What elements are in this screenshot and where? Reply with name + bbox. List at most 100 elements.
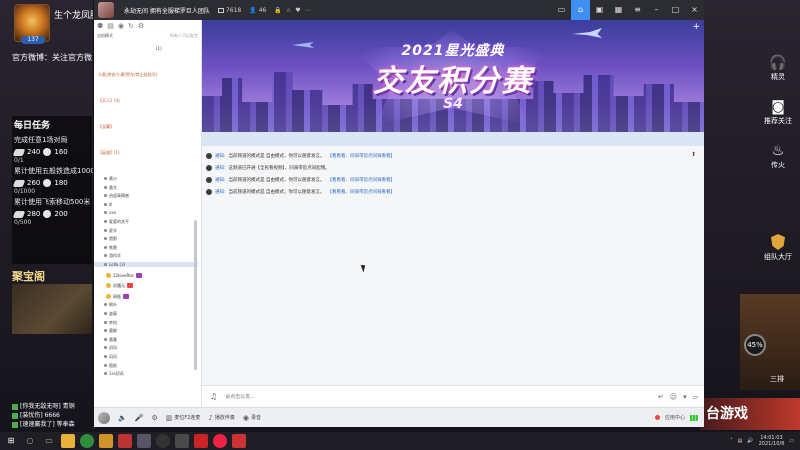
- speaker-toggle[interactable]: 🔈: [118, 414, 127, 422]
- queue-button[interactable]: ▥ 麦位F2连麦: [166, 414, 201, 422]
- file-explorer-icon[interactable]: [61, 434, 75, 448]
- chrome-icon[interactable]: [80, 434, 94, 448]
- side-button-team-hall[interactable]: 组队大厅: [756, 234, 800, 262]
- chat-bubble-icon[interactable]: ▱: [693, 393, 698, 401]
- system-clock[interactable]: 14:01:03 2021/10/8: [759, 435, 785, 447]
- network-icon[interactable]: ▤: [738, 438, 743, 444]
- sub-channel[interactable]: 爱要的关平: [104, 219, 129, 224]
- home-icon[interactable]: ⌂: [571, 0, 590, 20]
- side-button-spirit[interactable]: 🎧 精灵: [756, 54, 800, 82]
- game-app-icon[interactable]: [118, 434, 132, 448]
- notice-icon: [206, 153, 212, 159]
- sub-channel[interactable]: 盗墓: [104, 311, 117, 316]
- app-icon[interactable]: [175, 434, 189, 448]
- sidebar-scrollbar[interactable]: [194, 220, 197, 370]
- music-icon[interactable]: ♫: [210, 392, 217, 401]
- channel-user[interactable]: 12loveRos: [106, 272, 142, 278]
- video-icon[interactable]: ▭: [552, 0, 571, 20]
- user-icon[interactable]: ⚉: [97, 22, 103, 30]
- close-icon[interactable]: ×: [685, 0, 704, 20]
- stream-overlay-right: 🎧 精灵 ◙ 推荐关注 ♨ 传火 组队大厅 45% 三排 台游戏: [700, 22, 800, 432]
- windows-start-icon[interactable]: ⊞: [4, 434, 18, 448]
- channel-group[interactable]: 【天人】(4): [98, 98, 120, 103]
- app-center[interactable]: 应用中心: [665, 414, 685, 421]
- notice-message: 通知: 当前频道的模式是 自由模式，你可以随意发言。 【看看看、同骑带您点同骑看…: [206, 174, 696, 186]
- channel-user[interactable]: 网瓶: [106, 293, 129, 299]
- enter-icon[interactable]: ↵: [658, 393, 664, 401]
- notice-link[interactable]: 【看看看、同骑带您点同骑看看】: [327, 153, 395, 159]
- lock-icon[interactable]: 🔒: [274, 7, 281, 14]
- daily-tasks-title: 每日任务: [14, 121, 51, 131]
- chat-input[interactable]: [225, 393, 626, 400]
- refresh-icon[interactable]: ↻: [128, 22, 134, 30]
- app-icon[interactable]: [232, 434, 246, 448]
- streamer-avatar[interactable]: 137: [14, 4, 50, 44]
- notice-message: 通知: 当前频道的模式是 自由模式，你可以随意发言。 【看看看、同骑带您点同骑看…: [206, 186, 696, 198]
- app-icon[interactable]: [194, 434, 208, 448]
- emoji-icon[interactable]: ☺: [670, 393, 677, 401]
- sub-channel[interactable]: 黄沙: [104, 176, 117, 181]
- sub-channel[interactable]: (1): [156, 46, 162, 51]
- task-view-icon[interactable]: ▭: [42, 434, 56, 448]
- volume-icon[interactable]: 🔊: [747, 438, 753, 444]
- location-icon[interactable]: ◉: [118, 22, 124, 30]
- notice-message: 通知: 这频道已开通【全民看视频】，同骑带您点同起哦。: [206, 162, 696, 174]
- event-banner[interactable]: 2021星光盛典 交友积分赛 S4 +: [202, 20, 704, 132]
- menu-icon[interactable]: ≡: [628, 0, 647, 20]
- side-button-follow[interactable]: ◙ 推荐关注: [756, 98, 800, 126]
- notice-link[interactable]: 【看看看、同骑带您点同骑看看】: [327, 189, 395, 195]
- side-button-fire[interactable]: ♨ 传火: [756, 142, 800, 170]
- sub-channel[interactable]: 墨鲸: [104, 328, 117, 333]
- sub-channel[interactable]: 墨文: [104, 185, 117, 190]
- minimize-icon[interactable]: –: [647, 0, 666, 20]
- sub-channel[interactable]: 李档: [104, 320, 117, 325]
- sub-channel[interactable]: 1ss初风: [104, 371, 124, 376]
- star-icon[interactable]: ☆: [286, 7, 291, 14]
- heart-icon[interactable]: ♥: [295, 7, 300, 14]
- mic-toggle[interactable]: 🎤: [135, 414, 144, 422]
- folder-icon[interactable]: ▤: [107, 22, 114, 30]
- clock-app-icon[interactable]: [156, 434, 170, 448]
- channel-user[interactable]: 初遇元: [106, 283, 133, 289]
- settings-icon[interactable]: ⚙: [138, 22, 144, 30]
- sub-channel[interactable]: lll: [104, 202, 112, 207]
- sub-channel[interactable]: Lolla (3): [94, 262, 198, 267]
- channel-group[interactable]: 【宝藏】: [98, 124, 114, 129]
- app-icon[interactable]: [213, 434, 227, 448]
- channel-dot-icon: [104, 312, 107, 315]
- sub-channel[interactable]: 风风: [104, 354, 117, 359]
- sub-channel[interactable]: 猎野: [104, 236, 117, 241]
- chevron-up-icon[interactable]: ˄: [730, 438, 733, 444]
- sub-channel[interactable]: 游科羊: [104, 253, 121, 258]
- maximize-icon[interactable]: □: [666, 0, 685, 20]
- dropdown-icon[interactable]: ▾: [683, 393, 687, 401]
- sub-channel[interactable]: 逍遥青情感: [104, 193, 129, 198]
- plus-icon[interactable]: +: [692, 22, 700, 32]
- more-icon[interactable]: ⋯: [305, 7, 311, 14]
- sub-channel[interactable]: 墨墨: [104, 337, 117, 342]
- sub-channel[interactable]: 星羊: [104, 228, 117, 233]
- yy-icon[interactable]: [99, 434, 113, 448]
- sub-channel[interactable]: 檀韵: [104, 363, 117, 368]
- record-button[interactable]: ◉ 录音: [243, 414, 261, 422]
- channel-avatar[interactable]: [98, 2, 114, 18]
- gamepad-icon[interactable]: ▣: [590, 0, 609, 20]
- notice-link[interactable]: 【看看看、同骑带您点同骑看看】: [327, 177, 395, 183]
- blade-icon: [12, 179, 26, 187]
- grid-icon[interactable]: ▦: [609, 0, 628, 20]
- channel-dot-icon: [104, 177, 107, 180]
- sub-channel[interactable]: 枫叶: [104, 302, 117, 307]
- sub-channel[interactable]: 铁鼎: [104, 245, 117, 250]
- channel-group[interactable]: 【英雄】(1): [98, 150, 120, 155]
- accompaniment-button[interactable]: ♪ 播放伴奏: [208, 414, 234, 422]
- search-icon[interactable]: ○: [23, 434, 37, 448]
- notification-icon[interactable]: ▭: [789, 438, 794, 444]
- channel-group[interactable]: 卡麦/房衣/小黄/黑车/禁止挂机(0): [98, 72, 157, 77]
- sub-channel[interactable]: 初风: [104, 345, 117, 350]
- channel-dot-icon: [104, 211, 107, 215]
- channel-dot-icon: [104, 245, 107, 249]
- app-icon[interactable]: [137, 434, 151, 448]
- settings-toggle[interactable]: ⚙: [151, 414, 157, 422]
- sub-channel[interactable]: xxx: [104, 210, 116, 215]
- my-avatar[interactable]: [98, 411, 110, 424]
